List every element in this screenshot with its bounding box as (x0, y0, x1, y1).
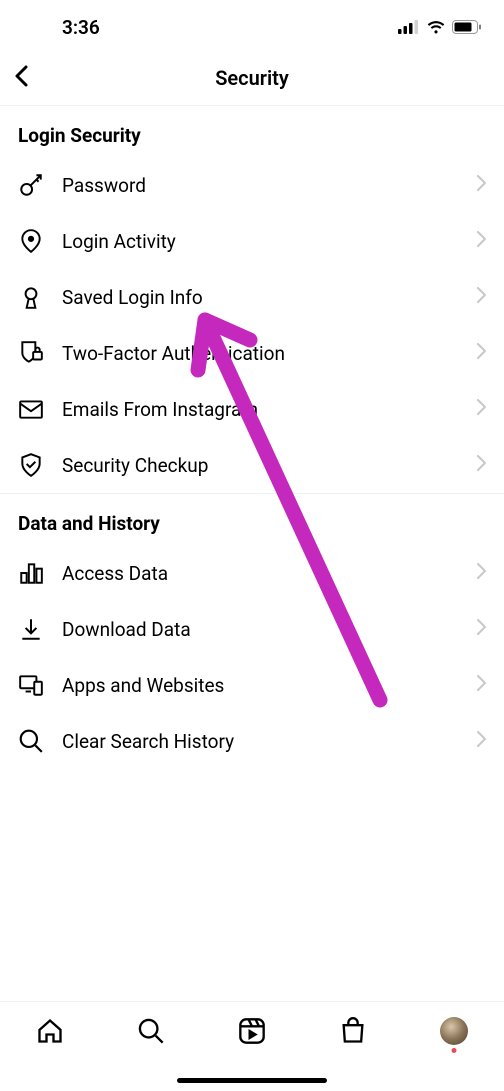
devices-icon (18, 672, 44, 698)
battery-icon (452, 20, 482, 34)
nav-home[interactable] (35, 1016, 65, 1046)
menu-item-clear-search-history[interactable]: Clear Search History (0, 713, 504, 769)
shop-icon (339, 1017, 367, 1045)
keyhole-icon (18, 284, 44, 310)
menu-list-data-history: Access Data Download Data Apps and Websi… (0, 545, 504, 769)
status-bar: 3:36 (0, 0, 504, 50)
menu-item-saved-login-info[interactable]: Saved Login Info (0, 269, 504, 325)
section-title-data-history: Data and History (0, 494, 504, 545)
avatar-icon (440, 1017, 468, 1045)
key-icon (18, 172, 44, 198)
chevron-right-icon (477, 675, 486, 695)
notification-dot (451, 1048, 456, 1053)
menu-item-emails[interactable]: Emails From Instagram (0, 381, 504, 437)
chevron-right-icon (477, 731, 486, 751)
menu-label: Saved Login Info (62, 286, 477, 309)
nav-profile[interactable] (439, 1016, 469, 1046)
section-title-login-security: Login Security (0, 106, 504, 157)
chevron-right-icon (477, 175, 486, 195)
page-header: Security (0, 50, 504, 106)
home-icon (36, 1017, 64, 1045)
chevron-right-icon (477, 563, 486, 583)
chevron-right-icon (477, 343, 486, 363)
chevron-left-icon (14, 65, 28, 87)
menu-item-password[interactable]: Password (0, 157, 504, 213)
nav-search[interactable] (136, 1016, 166, 1046)
menu-label: Login Activity (62, 230, 477, 253)
nav-shop[interactable] (338, 1016, 368, 1046)
back-button[interactable] (14, 65, 28, 91)
menu-item-security-checkup[interactable]: Security Checkup (0, 437, 504, 493)
status-time: 3:36 (62, 16, 100, 39)
cellular-icon (398, 20, 420, 34)
section-login-security: Login Security Password Login Activity S… (0, 106, 504, 494)
mail-icon (18, 396, 44, 422)
menu-label: Password (62, 174, 477, 197)
menu-label: Apps and Websites (62, 674, 477, 697)
download-icon (18, 616, 44, 642)
menu-label: Clear Search History (62, 730, 477, 753)
menu-label: Emails From Instagram (62, 398, 477, 421)
reels-icon (238, 1017, 266, 1045)
shield-lock-icon (18, 340, 44, 366)
chevron-right-icon (477, 231, 486, 251)
page-title: Security (215, 66, 289, 90)
menu-label: Access Data (62, 562, 477, 585)
menu-label: Download Data (62, 618, 477, 641)
home-indicator (177, 1078, 327, 1083)
menu-label: Security Checkup (62, 454, 477, 477)
location-pin-icon (18, 228, 44, 254)
shield-check-icon (18, 452, 44, 478)
chevron-right-icon (477, 287, 486, 307)
menu-list-login-security: Password Login Activity Saved Login Info… (0, 157, 504, 494)
nav-reels[interactable] (237, 1016, 267, 1046)
bar-chart-icon (18, 560, 44, 586)
search-icon (18, 728, 44, 754)
menu-item-access-data[interactable]: Access Data (0, 545, 504, 601)
menu-item-login-activity[interactable]: Login Activity (0, 213, 504, 269)
menu-item-download-data[interactable]: Download Data (0, 601, 504, 657)
section-data-history: Data and History Access Data Download Da… (0, 494, 504, 769)
chevron-right-icon (477, 399, 486, 419)
menu-item-apps-websites[interactable]: Apps and Websites (0, 657, 504, 713)
search-icon (137, 1017, 165, 1045)
status-icons (398, 20, 482, 35)
chevron-right-icon (477, 455, 486, 475)
menu-label: Two-Factor Authentication (62, 342, 477, 365)
menu-item-two-factor[interactable]: Two-Factor Authentication (0, 325, 504, 381)
wifi-icon (426, 20, 446, 35)
chevron-right-icon (477, 619, 486, 639)
